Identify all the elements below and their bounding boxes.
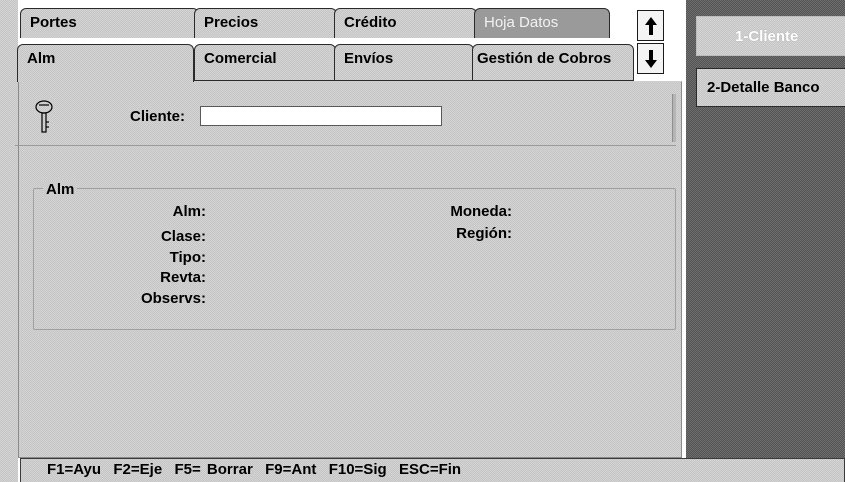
field-clase-label: Clase:: [160, 228, 206, 245]
left-strip: [0, 0, 18, 482]
tab-envios-label: Envíos: [344, 50, 394, 67]
tab-comercial-label: Comercial: [204, 50, 277, 67]
scroll-up-button[interactable]: [637, 10, 664, 41]
field-region-label: Región:: [456, 225, 512, 242]
tab-hoja-datos[interactable]: Hoja Datos: [474, 8, 610, 38]
function-key-text: F1=Ayu F2=Eje F5= Borrar F9=Ant F10=Sig …: [47, 461, 462, 478]
tab-comercial[interactable]: Comercial: [194, 44, 336, 81]
side-button-detalle-banco[interactable]: 2-Detalle Banco: [696, 68, 845, 107]
arrow-down-icon: [644, 49, 657, 68]
client-label: Cliente:: [130, 108, 186, 125]
field-alm-label: Alm:: [172, 203, 206, 220]
client-input[interactable]: [200, 106, 442, 126]
side-button-detalle-banco-label: 2-Detalle Banco: [707, 79, 820, 96]
alm-group: [33, 188, 676, 330]
tab-precios[interactable]: Precios: [194, 8, 337, 38]
app-window: Portes Precios Crédito Hoja Datos Alm Co…: [0, 0, 845, 482]
alm-group-title: Alm: [43, 181, 77, 198]
tab-credito-label: Crédito: [344, 14, 397, 31]
tab-portes[interactable]: Portes: [20, 8, 199, 38]
scroll-down-button[interactable]: [637, 43, 664, 74]
arrow-up-icon: [644, 16, 657, 35]
tab-gestion-cobros[interactable]: Gestión de Cobros: [472, 44, 634, 81]
tab-portes-label: Portes: [30, 14, 77, 31]
side-button-cliente-label: 1-Cliente: [735, 28, 799, 45]
field-observs-label: Observs:: [140, 290, 206, 307]
field-revta-label: Revta:: [160, 269, 206, 286]
tab-credito[interactable]: Crédito: [334, 8, 477, 38]
client-section-scrollbar: [672, 94, 676, 142]
tab-alm[interactable]: Alm: [17, 44, 194, 82]
tab-precios-label: Precios: [204, 14, 259, 31]
tab-gestion-cobros-label: Gestión de Cobros: [477, 50, 612, 67]
tab-hoja-datos-label: Hoja Datos: [484, 14, 559, 31]
field-moneda-label: Moneda:: [450, 203, 512, 220]
tab-alm-label: Alm: [27, 50, 56, 67]
field-tipo-label: Tipo:: [169, 249, 206, 266]
side-button-cliente[interactable]: 1-Cliente: [696, 16, 845, 56]
tab-envios[interactable]: Envíos: [334, 44, 474, 81]
key-icon: [35, 100, 53, 133]
